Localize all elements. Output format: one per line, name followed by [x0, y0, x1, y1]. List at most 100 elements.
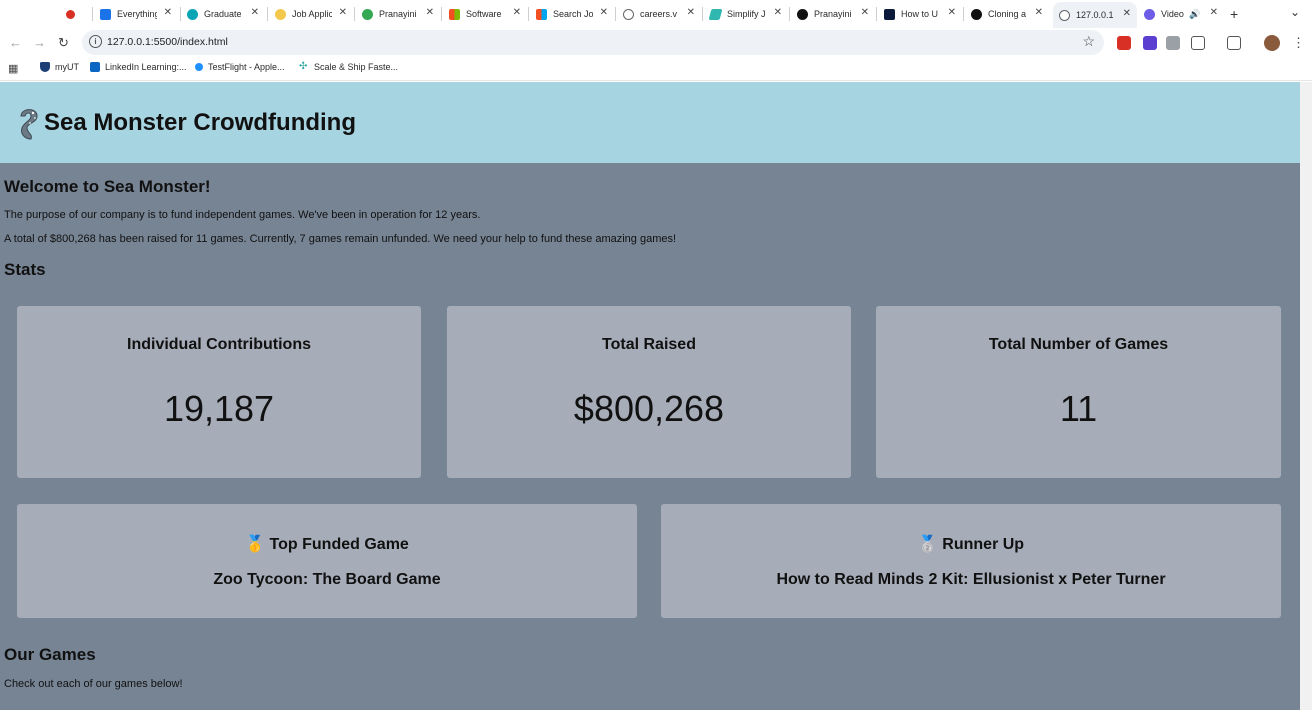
close-tab-icon[interactable]: ✕ — [251, 7, 259, 18]
tab-title: careers.v — [640, 9, 678, 19]
tab-title: How to U — [901, 9, 939, 19]
site-header: Sea Monster Crowdfunding — [0, 82, 1300, 163]
close-tab-icon[interactable]: ✕ — [774, 7, 782, 18]
close-tab-icon[interactable]: ✕ — [948, 7, 956, 18]
side-panel-icon[interactable] — [1227, 36, 1241, 50]
bookmark-linkedin[interactable]: LinkedIn Learning:... — [90, 62, 187, 72]
tab-cloning[interactable]: Cloning a ✕ — [971, 3, 1049, 25]
extension-recorder-icon[interactable] — [1143, 36, 1157, 50]
tab-graduate[interactable]: Graduate ✕ — [187, 3, 265, 25]
site-favicon-icon — [187, 8, 198, 20]
tab-localhost-active[interactable]: 127.0.0.1 ✕ — [1053, 2, 1137, 28]
total-raised-card: Total Raised $800,268 — [447, 306, 851, 478]
top-funded-card: 🥇 Top Funded Game Zoo Tycoon: The Board … — [17, 504, 637, 618]
tab-careers[interactable]: careers.v ✕ — [623, 3, 701, 25]
tab-title: Pranayini — [814, 9, 852, 19]
tab-pranayini[interactable]: Pranayini ✕ — [362, 3, 440, 25]
github-icon — [971, 8, 982, 20]
site-title: Sea Monster Crowdfunding — [44, 109, 356, 136]
stats-heading: Stats — [4, 260, 46, 279]
microsoft-icon — [536, 8, 547, 20]
shield-icon — [40, 62, 50, 72]
runner-up-game: How to Read Minds 2 Kit: Ellusionist x P… — [776, 571, 1166, 588]
speaker-icon[interactable]: 🔊 — [1189, 9, 1200, 20]
bookmark-label: myUT — [55, 62, 79, 72]
runner-up-label: 🥈 Runner Up — [917, 536, 1025, 553]
extension-icon[interactable] — [1166, 36, 1180, 50]
tab-title: Software — [466, 9, 502, 19]
bookmark-label: Scale & Ship Faste... — [314, 62, 399, 72]
sea-monster-logo-icon — [20, 109, 38, 140]
new-tab-button[interactable]: + — [1230, 6, 1238, 22]
github-icon — [797, 8, 808, 20]
total-games-value: 11 — [1059, 388, 1098, 429]
close-tab-icon[interactable]: ✕ — [600, 7, 608, 18]
close-tab-icon[interactable]: ✕ — [1035, 7, 1043, 18]
extensions-puzzle-icon[interactable] — [1191, 36, 1205, 50]
close-tab-icon[interactable]: ✕ — [164, 7, 172, 18]
web-page: Sea Monster Crowdfunding Welcome to Sea … — [0, 82, 1300, 710]
site-favicon-icon — [362, 8, 373, 20]
tab-simplify[interactable]: Simplify J ✕ — [708, 3, 788, 25]
tab-software[interactable]: Software ✕ — [449, 3, 527, 25]
card-label: Total Raised — [602, 336, 696, 353]
address-bar[interactable]: i 127.0.0.1:5500/index.html ☆ — [82, 30, 1104, 55]
forward-button[interactable]: → — [33, 35, 46, 50]
site-favicon-icon — [884, 8, 895, 20]
globe-icon — [1059, 9, 1070, 21]
tab-title: Everything — [117, 9, 157, 19]
avatar[interactable] — [1264, 35, 1280, 51]
total-games-card: Total Number of Games 11 — [876, 306, 1281, 478]
card-label: Individual Contributions — [127, 336, 311, 353]
our-games-subtitle: Check out each of our games below! — [4, 678, 183, 690]
tab-title: Cloning a — [988, 9, 1027, 19]
contributions-card: Individual Contributions 19,187 — [17, 306, 421, 478]
total-raised-value: $800,268 — [573, 388, 725, 429]
tab-everything[interactable]: Everything ✕ — [100, 3, 178, 25]
site-info-icon[interactable]: i — [89, 35, 102, 48]
back-button[interactable]: ← — [9, 35, 22, 50]
bookmark-myut[interactable]: myUT — [40, 62, 79, 72]
top-funded-label: 🥇 Top Funded Game — [245, 536, 409, 553]
close-tab-icon[interactable]: ✕ — [426, 7, 434, 18]
fundraising-summary: A total of $800,268 has been raised for … — [4, 233, 677, 245]
tab-job-applic[interactable]: Job Applic ✕ — [275, 3, 353, 25]
apps-grid-icon[interactable]: ▦ — [8, 62, 18, 75]
close-tab-icon[interactable]: ✕ — [1123, 8, 1131, 19]
extension-tp-icon[interactable] — [1117, 36, 1131, 50]
tab-how-to[interactable]: How to U ✕ — [884, 3, 962, 25]
tab-title: Simplify J — [727, 9, 766, 19]
tab-video[interactable]: Video 🔊 ✕ — [1144, 3, 1224, 25]
page-scrollbar[interactable] — [1300, 82, 1312, 710]
sparkle-icon: ✣ — [299, 61, 308, 72]
globe-icon — [623, 8, 634, 20]
tab-title: 127.0.0.1 — [1076, 10, 1114, 20]
bookmarks-bar: ▦ myUT LinkedIn Learning:... TestFlight … — [0, 57, 1312, 81]
browser-menu-icon[interactable]: ⋮ — [1292, 35, 1305, 51]
tab-title: Graduate — [204, 9, 242, 19]
window-bottom-edge — [0, 710, 1312, 720]
tab-github-pranayini[interactable]: Pranayini ✕ — [797, 3, 875, 25]
close-tab-icon[interactable]: ✕ — [1210, 7, 1218, 18]
top-funded-game: Zoo Tycoon: The Board Game — [213, 571, 441, 588]
bookmark-scale-ship[interactable]: ✣ Scale & Ship Faste... — [299, 61, 399, 73]
runner-up-card: 🥈 Runner Up How to Read Minds 2 Kit: Ell… — [661, 504, 1281, 618]
reload-button[interactable]: ↻ — [58, 35, 69, 51]
site-favicon-icon — [275, 8, 286, 20]
record-icon — [66, 9, 75, 19]
tab-recording[interactable] — [66, 3, 86, 25]
bookmark-star-icon[interactable]: ☆ — [1082, 33, 1095, 50]
url-text[interactable]: 127.0.0.1:5500/index.html — [107, 36, 228, 48]
close-tab-icon[interactable]: ✕ — [687, 7, 695, 18]
tab-title: Search Jo — [553, 9, 593, 19]
tab-search-icon[interactable]: ⌄ — [1290, 5, 1300, 19]
close-tab-icon[interactable]: ✕ — [861, 7, 869, 18]
tab-title: Video — [1161, 9, 1184, 19]
tab-title: Job Applic — [292, 9, 332, 19]
tab-search-jobs[interactable]: Search Jo ✕ — [536, 3, 614, 25]
close-tab-icon[interactable]: ✕ — [339, 7, 347, 18]
tab-title: Pranayini — [379, 9, 417, 19]
site-favicon-icon — [100, 8, 111, 20]
bookmark-testflight[interactable]: TestFlight - Apple... — [195, 62, 285, 72]
close-tab-icon[interactable]: ✕ — [513, 7, 521, 18]
